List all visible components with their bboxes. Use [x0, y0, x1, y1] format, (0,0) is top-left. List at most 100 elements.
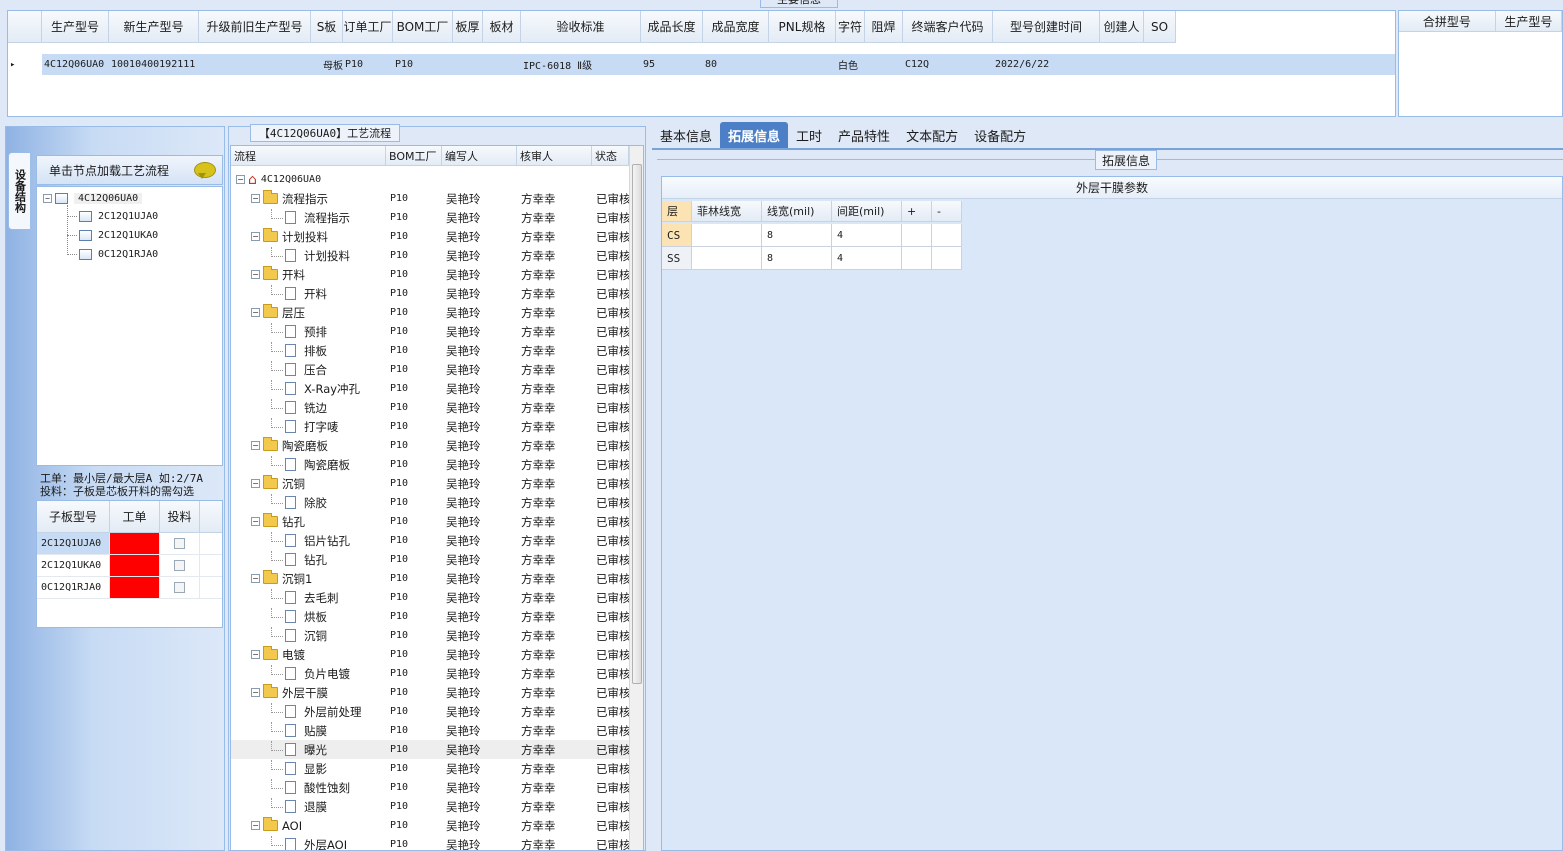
scrollbar-thumb[interactable]: [632, 164, 642, 684]
extension-grid-row[interactable]: SS 8 4: [662, 247, 962, 270]
collapse-icon[interactable]: −: [251, 650, 260, 659]
grid-cell[interactable]: 4C12Q06UA0: [42, 54, 109, 75]
main-grid-row-selected[interactable]: ▸ 4C12Q06UA0 10010400192111 母板 P10 P10 IPC-601…: [8, 54, 1395, 75]
collapse-icon[interactable]: −: [251, 821, 260, 830]
sub-board-model-cell[interactable]: 0C12Q1RJA0: [37, 577, 110, 598]
column-header[interactable]: BOM工厂: [393, 11, 453, 42]
vertical-splitter[interactable]: [646, 126, 652, 851]
merge-column-header[interactable]: 生产型号: [1496, 11, 1562, 31]
grid-cell[interactable]: [865, 54, 903, 75]
grid-cell[interactable]: 10010400192111: [109, 54, 199, 75]
process-column-header[interactable]: 流程: [231, 146, 386, 165]
tab-text-recipe[interactable]: 文本配方: [898, 122, 966, 148]
process-tree-row[interactable]: 打字唛 P10 吴艳玲 方幸幸 已审核: [231, 417, 629, 436]
feed-checkbox[interactable]: [174, 582, 185, 593]
grid-cell[interactable]: C12Q: [903, 54, 993, 75]
sub-grid-row[interactable]: 2C12Q1UKA0: [37, 555, 222, 577]
column-header[interactable]: 型号创建时间: [993, 11, 1100, 42]
sub-board-model-cell[interactable]: 2C12Q1UKA0: [37, 555, 110, 576]
film-cell[interactable]: [692, 224, 762, 247]
process-tree-row[interactable]: 预排 P10 吴艳玲 方幸幸 已审核: [231, 322, 629, 341]
extension-grid-row[interactable]: CS 8 4: [662, 224, 962, 247]
column-header[interactable]: 新生产型号: [109, 11, 199, 42]
grid-cell[interactable]: [1144, 54, 1176, 75]
column-header[interactable]: S板: [311, 11, 343, 42]
work-order-status-cell[interactable]: [110, 577, 160, 598]
tab-product-features[interactable]: 产品特性: [830, 122, 898, 148]
spacing-cell[interactable]: 4: [832, 224, 902, 247]
remove-column-button[interactable]: -: [932, 201, 962, 222]
tab-work-hours[interactable]: 工时: [788, 122, 830, 148]
tab-basic-info[interactable]: 基本信息: [652, 122, 720, 148]
column-header[interactable]: PNL规格: [769, 11, 836, 42]
column-header[interactable]: 订单工厂: [343, 11, 393, 42]
column-header[interactable]: 生产型号: [42, 11, 109, 42]
tab-device-structure[interactable]: 设备结构: [8, 152, 30, 230]
process-tree-row[interactable]: 流程指示 P10 吴艳玲 方幸幸 已审核: [231, 208, 629, 227]
feed-checkbox-cell[interactable]: [160, 533, 200, 554]
process-tree-row[interactable]: 铣边 P10 吴艳玲 方幸幸 已审核: [231, 398, 629, 417]
sub-board-model-cell[interactable]: 2C12Q1UJA0: [37, 533, 110, 554]
collapse-icon[interactable]: −: [251, 688, 260, 697]
tab-extension-info[interactable]: 拓展信息: [720, 122, 789, 148]
process-tree-row[interactable]: 计划投料 P10 吴艳玲 方幸幸 已审核: [231, 246, 629, 265]
process-tree-row[interactable]: 显影 P10 吴艳玲 方幸幸 已审核: [231, 759, 629, 778]
process-column-header[interactable]: 编写人: [442, 146, 517, 165]
collapse-icon[interactable]: −: [251, 308, 260, 317]
column-header[interactable]: 板材: [483, 11, 521, 42]
sub-grid-row[interactable]: 0C12Q1RJA0: [37, 577, 222, 599]
process-column-header[interactable]: 状态: [592, 146, 629, 165]
collapse-icon[interactable]: −: [251, 574, 260, 583]
feed-checkbox-cell[interactable]: [160, 555, 200, 576]
collapse-icon[interactable]: −: [251, 194, 260, 203]
column-header[interactable]: 终端客户代码: [903, 11, 993, 42]
process-tree-row-root[interactable]: − ⌂ 4C12Q06UA0: [231, 170, 629, 189]
process-tree-row[interactable]: − 陶瓷磨板 P10 吴艳玲 方幸幸 已审核: [231, 436, 629, 455]
grid-cell[interactable]: 白色: [836, 54, 865, 75]
process-tree-row[interactable]: − 流程指示 P10 吴艳玲 方幸幸 已审核: [231, 189, 629, 208]
grid-cell[interactable]: 95: [641, 54, 703, 75]
column-header[interactable]: 字符: [836, 11, 865, 42]
process-column-header[interactable]: 核审人: [517, 146, 592, 165]
grid-cell[interactable]: 母板: [311, 54, 343, 75]
process-tree-row[interactable]: 压合 P10 吴艳玲 方幸幸 已审核: [231, 360, 629, 379]
process-tree-row[interactable]: 开料 P10 吴艳玲 方幸幸 已审核: [231, 284, 629, 303]
column-header[interactable]: SO: [1144, 11, 1176, 42]
column-header[interactable]: 成品宽度: [703, 11, 769, 42]
grid-cell[interactable]: 2022/6/22: [993, 54, 1100, 75]
process-tree-row[interactable]: − 计划投料 P10 吴艳玲 方幸幸 已审核: [231, 227, 629, 246]
width-cell[interactable]: 8: [762, 247, 832, 270]
process-tree-row[interactable]: 退膜 P10 吴艳玲 方幸幸 已审核: [231, 797, 629, 816]
column-header[interactable]: 升级前旧生产型号: [199, 11, 311, 42]
collapse-icon[interactable]: −: [251, 232, 260, 241]
process-tree-row[interactable]: 陶瓷磨板 P10 吴艳玲 方幸幸 已审核: [231, 455, 629, 474]
collapse-icon[interactable]: −: [43, 193, 52, 203]
feed-checkbox[interactable]: [174, 560, 185, 571]
grid-cell[interactable]: P10: [343, 54, 393, 75]
tree-node-child[interactable]: 2C12Q1UKA0: [67, 226, 158, 244]
collapse-icon[interactable]: −: [251, 441, 260, 450]
collapse-icon[interactable]: −: [251, 270, 260, 279]
process-tree-row[interactable]: X-Ray冲孔 P10 吴艳玲 方幸幸 已审核: [231, 379, 629, 398]
column-header[interactable]: 成品长度: [641, 11, 703, 42]
process-tree-row[interactable]: − 沉铜 P10 吴艳玲 方幸幸 已审核: [231, 474, 629, 493]
process-tree-row[interactable]: − 电镀 P10 吴艳玲 方幸幸 已审核: [231, 645, 629, 664]
sub-grid-column-header[interactable]: 工单: [110, 501, 160, 532]
grid-cell[interactable]: P10: [393, 54, 453, 75]
film-cell[interactable]: [692, 247, 762, 270]
process-tree-row[interactable]: 铝片钻孔 P10 吴艳玲 方幸幸 已审核: [231, 531, 629, 550]
grid-cell[interactable]: [769, 54, 836, 75]
process-tree-row[interactable]: 钻孔 P10 吴艳玲 方幸幸 已审核: [231, 550, 629, 569]
tree-node-root[interactable]: − 4C12Q06UA0: [43, 189, 143, 207]
chat-bubble-icon[interactable]: [194, 162, 216, 179]
process-column-header[interactable]: BOM工厂: [386, 146, 442, 165]
spacing-cell[interactable]: 4: [832, 247, 902, 270]
process-tree-row[interactable]: 除胶 P10 吴艳玲 方幸幸 已审核: [231, 493, 629, 512]
merge-column-header[interactable]: 合拼型号: [1399, 11, 1496, 31]
process-tree-row[interactable]: − 层压 P10 吴艳玲 方幸幸 已审核: [231, 303, 629, 322]
tree-node-child[interactable]: 2C12Q1UJA0: [67, 207, 158, 225]
grid-cell[interactable]: [483, 54, 521, 75]
work-order-status-cell[interactable]: [110, 555, 160, 576]
column-header[interactable]: 板厚: [453, 11, 483, 42]
process-tree-scrollbar[interactable]: [629, 146, 643, 850]
